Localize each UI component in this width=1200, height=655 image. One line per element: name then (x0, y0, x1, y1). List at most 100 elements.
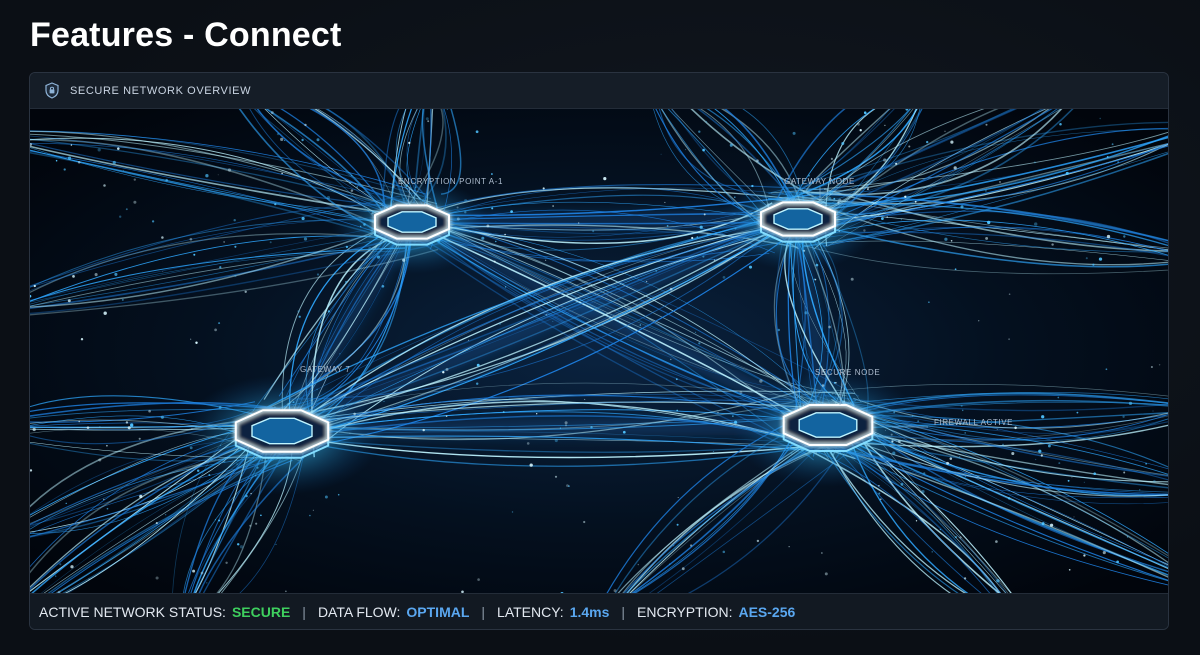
data-particle (281, 172, 283, 175)
data-particle (1106, 155, 1109, 158)
data-particle (670, 358, 672, 361)
network-panel: SECURE NETWORK OVERVIEW ENCRYPTION POINT… (29, 72, 1169, 630)
network-node (732, 371, 924, 487)
data-particle (660, 153, 662, 155)
data-particle (985, 123, 988, 126)
data-particle (233, 218, 236, 222)
data-particle (138, 437, 141, 440)
data-particle (285, 590, 287, 593)
data-particle (491, 207, 494, 210)
data-particle (350, 189, 354, 192)
data-particle (59, 563, 62, 566)
data-particle (127, 426, 131, 430)
data-particle (996, 579, 1000, 583)
data-particle (959, 536, 962, 539)
status-separator: | (302, 603, 306, 620)
data-particle (545, 259, 547, 261)
data-flow-value: OPTIMAL (406, 603, 470, 620)
data-particle (881, 217, 884, 220)
data-particle (236, 543, 240, 546)
data-particle (219, 266, 222, 269)
data-particle (121, 298, 124, 301)
data-particle (214, 519, 216, 521)
data-particle (445, 415, 448, 417)
data-particle (1040, 454, 1043, 457)
data-particle (130, 423, 134, 427)
data-particle (119, 215, 122, 218)
data-particle (133, 200, 137, 204)
data-particle (696, 236, 699, 238)
data-particle (554, 475, 558, 478)
latency-value: 1.4ms (569, 603, 610, 620)
page-title: Features - Connect (30, 16, 342, 54)
data-particle (1128, 401, 1133, 406)
data-particle (274, 202, 277, 206)
data-particle (94, 273, 98, 277)
data-particle (926, 140, 929, 144)
data-particle (309, 514, 311, 517)
data-particle (880, 498, 882, 500)
data-particle (298, 315, 301, 318)
data-particle (914, 200, 917, 203)
data-particle (645, 280, 648, 283)
data-particle (826, 350, 828, 352)
data-particle (1117, 161, 1119, 163)
data-particle (985, 236, 989, 240)
data-particle (78, 420, 80, 423)
data-particle (98, 458, 102, 462)
data-particle (106, 444, 108, 447)
data-particle (1073, 516, 1075, 518)
data-particle (297, 310, 300, 313)
data-particle (552, 205, 554, 207)
data-particle (878, 485, 880, 487)
data-particle (1047, 444, 1051, 448)
data-particle (584, 398, 586, 400)
data-particle (1038, 449, 1042, 453)
data-particle (123, 170, 125, 172)
data-particle (1100, 536, 1102, 538)
data-particle (80, 337, 84, 341)
data-particle (77, 161, 81, 164)
data-particle (103, 498, 105, 500)
data-particle (381, 284, 385, 288)
data-particle (884, 124, 886, 127)
data-particle (490, 173, 493, 175)
data-particle (148, 409, 151, 413)
data-particle (324, 495, 328, 499)
data-particle (689, 544, 693, 547)
data-particle (301, 138, 304, 142)
data-particle (963, 577, 967, 580)
network-node (332, 178, 492, 274)
network-node (718, 175, 878, 271)
data-particle (344, 280, 348, 284)
data-particle (722, 276, 726, 279)
data-particle (669, 287, 673, 291)
data-particle (354, 183, 356, 185)
data-particle (214, 328, 217, 332)
data-particle (953, 166, 957, 170)
data-particle (732, 415, 734, 417)
label-encryption-point: ENCRYPTION POINT A-1 (398, 177, 504, 186)
data-particle (730, 497, 732, 499)
label-gateway-node: GATEWAY NODE (784, 177, 855, 186)
data-particle (70, 565, 74, 569)
data-particle (748, 265, 753, 269)
network-visualization: ENCRYPTION POINT A-1 GATEWAY NODE GATEWA… (30, 109, 1168, 595)
data-particle (493, 260, 496, 263)
data-particle (276, 132, 280, 136)
data-particle (1139, 489, 1141, 491)
data-particle (739, 391, 743, 394)
data-particle (804, 311, 808, 315)
data-particle (133, 178, 136, 181)
page: Features - Connect SECURE NETWORK OVERVI… (0, 0, 1200, 655)
data-particle (234, 245, 237, 248)
data-particle (477, 578, 480, 581)
data-particle (939, 528, 942, 531)
data-particle (1033, 161, 1036, 164)
data-particle (327, 310, 330, 313)
data-particle (788, 546, 790, 548)
data-particle (698, 130, 701, 133)
data-particle (722, 550, 726, 554)
data-particle (1002, 443, 1004, 446)
label-gateway-7: GATEWAY 7 (300, 365, 351, 374)
